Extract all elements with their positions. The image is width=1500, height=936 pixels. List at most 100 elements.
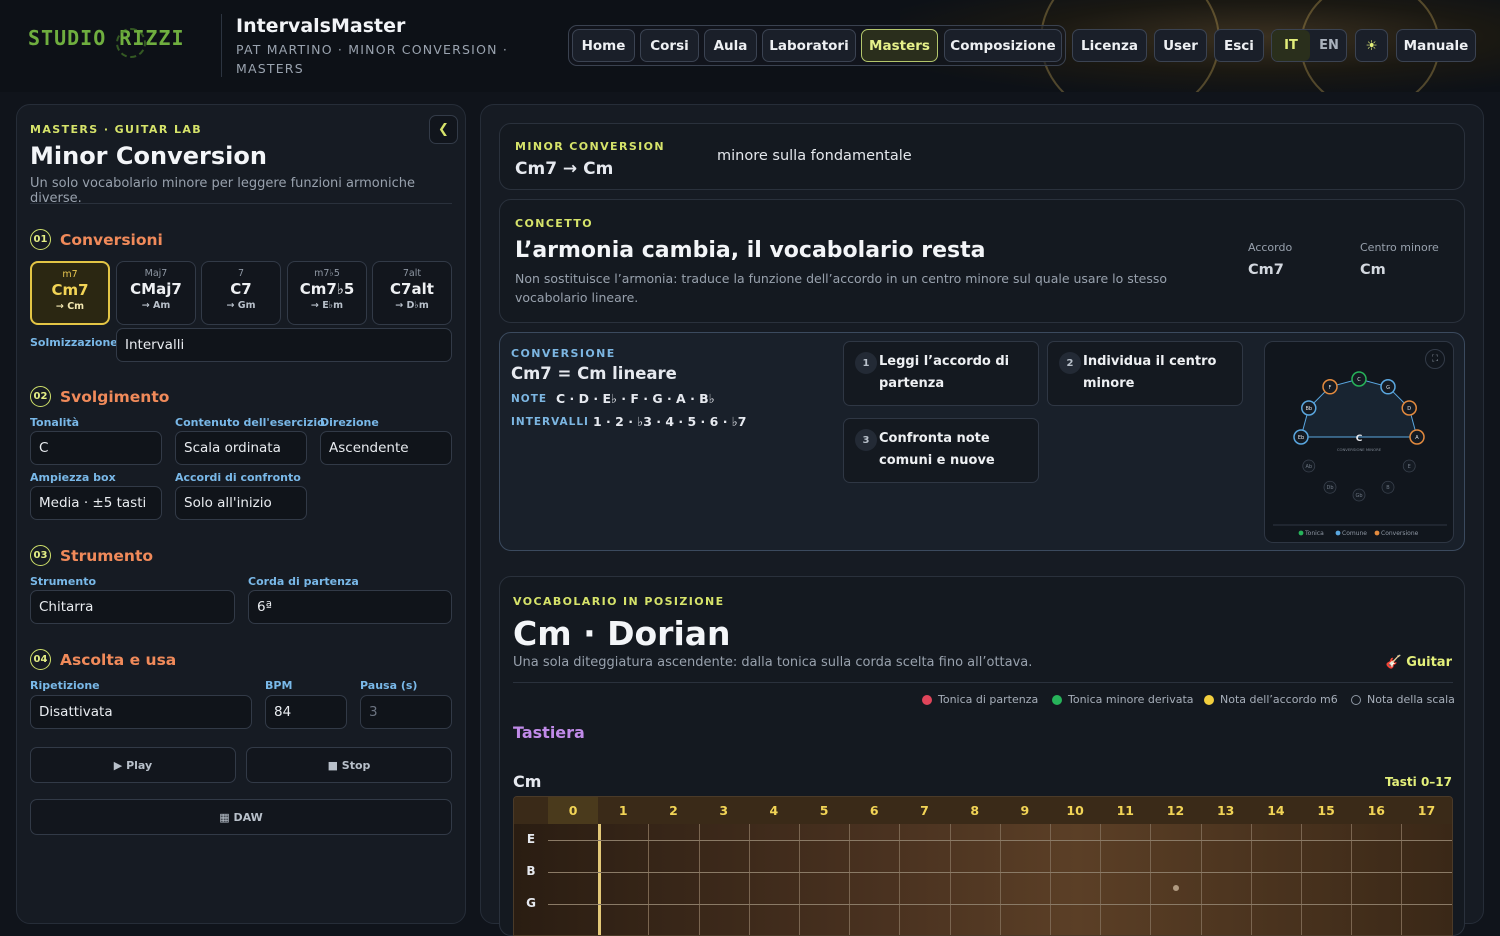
sidebar-title: Minor Conversion bbox=[30, 142, 267, 170]
conversion-kicker: CONVERSIONE bbox=[511, 347, 616, 360]
section-number: 04 bbox=[30, 649, 51, 670]
step-number: 2 bbox=[1059, 352, 1081, 374]
solmization-select[interactable]: Intervalli bbox=[116, 328, 452, 362]
frets-range: Tasti 0–17 bbox=[1385, 775, 1452, 789]
app-title: IntervalsMaster bbox=[236, 15, 406, 37]
legend-nota-scala: Nota della scala bbox=[1351, 693, 1455, 706]
logo[interactable]: STUDIO RIZZI bbox=[28, 26, 185, 58]
section-ascolta: 04 Ascolta e usa bbox=[30, 649, 176, 670]
section-title: Strumento bbox=[60, 546, 154, 565]
tonalita-label: Tonalità bbox=[30, 416, 80, 429]
legend-label: Nota dell’accordo m6 bbox=[1220, 693, 1338, 706]
ampiezza-label: Ampiezza box bbox=[30, 471, 116, 484]
conversion-chord: C7alt bbox=[390, 280, 434, 298]
play-button[interactable]: ▶ Play bbox=[30, 747, 236, 783]
conversion-chord: CMaj7 bbox=[130, 280, 182, 298]
legend-tonica: Tonica bbox=[1304, 530, 1324, 537]
guitar-string bbox=[548, 904, 1452, 905]
nav-user[interactable]: User bbox=[1154, 29, 1207, 62]
section-svolgimento: 02 Svolgimento bbox=[30, 386, 169, 407]
fret-number: 10 bbox=[1066, 803, 1084, 818]
conversion-card-m7[interactable]: m7 Cm7 → Cm bbox=[30, 261, 110, 325]
conversion-card-7[interactable]: 7 C7 → Gm bbox=[201, 261, 281, 325]
stop-button[interactable]: ■ Stop bbox=[246, 747, 452, 783]
ripetizione-label: Ripetizione bbox=[30, 679, 100, 692]
legend-dot-comune bbox=[1335, 530, 1341, 536]
nav-masters[interactable]: Masters bbox=[861, 29, 938, 62]
guitar-string bbox=[548, 872, 1452, 873]
legend-conversione: Conversione bbox=[1381, 530, 1419, 537]
nav-laboratori[interactable]: Laboratori bbox=[762, 29, 856, 62]
nav-aula[interactable]: Aula bbox=[704, 29, 757, 62]
strumento-label: Strumento bbox=[30, 575, 97, 588]
step-card: 2 Individua il centro minore bbox=[1047, 341, 1243, 406]
legend-accordo-m6: Nota dell’accordo m6 bbox=[1204, 693, 1338, 706]
contenuto-select[interactable]: Scala ordinata bbox=[175, 431, 307, 465]
fret-number: 13 bbox=[1216, 803, 1235, 818]
ripetizione-select[interactable]: Disattivata bbox=[30, 695, 252, 729]
gear-icon bbox=[116, 28, 146, 58]
lang-en[interactable]: EN bbox=[1310, 30, 1348, 61]
concept-kicker: CONCETTO bbox=[515, 217, 594, 230]
direzione-select[interactable]: Ascendente bbox=[320, 431, 452, 465]
circle-active-area bbox=[1300, 378, 1418, 438]
nav-home[interactable]: Home bbox=[572, 29, 635, 62]
string-label: G bbox=[526, 896, 536, 910]
accordi-select[interactable]: Solo all'inizio bbox=[175, 486, 307, 520]
circle-of-fifths-panel: ⛶ C CONVERSIONE MINORE Tonica Comune Con… bbox=[1264, 341, 1454, 543]
app-subtitle: PAT MARTINO · MINOR CONVERSION · MASTERS bbox=[236, 42, 508, 76]
contenuto-label: Contenuto dell'esercizio bbox=[175, 416, 325, 429]
pausa-input[interactable]: 3 bbox=[360, 695, 452, 729]
conversion-card-maj7[interactable]: Maj7 CMaj7 → Am bbox=[116, 261, 196, 325]
nav-licenza[interactable]: Licenza bbox=[1072, 29, 1147, 62]
legend-dot-tonica bbox=[1298, 530, 1304, 536]
circle-note-label: Ab bbox=[1305, 464, 1312, 470]
legend-dot bbox=[922, 694, 932, 705]
circle-note-label: G bbox=[1386, 385, 1390, 391]
conversion-card-m7b5[interactable]: m7♭5 Cm7♭5 → E♭m bbox=[287, 261, 367, 325]
conversion-target: → Gm bbox=[226, 300, 256, 311]
bpm-input[interactable]: 84 bbox=[265, 695, 347, 729]
step-text: Confronta note comuni e nuove bbox=[879, 431, 995, 468]
vocab-description: Una sola diteggiatura ascendente: dalla … bbox=[513, 655, 1033, 670]
accordo-label: Accordo bbox=[1248, 241, 1293, 254]
conversion-card-7alt[interactable]: 7alt C7alt → D♭m bbox=[372, 261, 452, 325]
nav-composizione[interactable]: Composizione bbox=[944, 29, 1062, 62]
section-number: 03 bbox=[30, 545, 51, 566]
conversion-type: 7 bbox=[237, 268, 245, 279]
guitar-toggle[interactable]: 🎸 Guitar bbox=[1386, 655, 1453, 670]
lang-it[interactable]: IT bbox=[1272, 30, 1310, 61]
accordo-value: Cm7 bbox=[1248, 262, 1284, 278]
conversion-type: m7 bbox=[62, 269, 78, 280]
legend-comune: Comune bbox=[1342, 530, 1367, 537]
collapse-chevron-left-icon[interactable]: ❮ bbox=[429, 115, 458, 144]
concept-title: L’armonia cambia, il vocabolario resta bbox=[515, 238, 986, 263]
fretboard[interactable]: 0 1 2 3 4 5 6 7 8 9 10 11 12 13 14 15 16 17 EBG bbox=[513, 796, 1453, 936]
tastiera-heading: Tastiera bbox=[513, 723, 585, 742]
fret-number: 15 bbox=[1317, 803, 1335, 818]
section-title: Svolgimento bbox=[60, 387, 170, 406]
tonalita-select[interactable]: C bbox=[30, 431, 162, 465]
corda-select[interactable]: 6ª bbox=[248, 590, 452, 624]
legend-label: Tonica minore derivata bbox=[1068, 693, 1194, 706]
strumento-select[interactable]: Chitarra bbox=[30, 590, 235, 624]
summary-kicker: MINOR CONVERSION bbox=[515, 140, 665, 153]
legend-tonica-minore: Tonica minore derivata bbox=[1052, 693, 1194, 706]
daw-button[interactable]: ▦ DAW bbox=[30, 799, 452, 835]
concept-card: CONCETTO L’armonia cambia, il vocabolari… bbox=[499, 199, 1465, 323]
intervalli-label: INTERVALLI bbox=[511, 416, 589, 428]
ampiezza-select[interactable]: Media · ±5 tasti bbox=[30, 486, 162, 520]
string-label: B bbox=[526, 864, 536, 878]
vocab-kicker: VOCABOLARIO IN POSIZIONE bbox=[513, 595, 725, 608]
header-divider bbox=[221, 14, 222, 77]
theme-toggle-sun-icon[interactable]: ☀ bbox=[1355, 29, 1388, 62]
legend-dot bbox=[1052, 694, 1062, 705]
nav-esci[interactable]: Esci bbox=[1214, 29, 1264, 62]
conversion-chord: Cm7♭5 bbox=[299, 280, 355, 298]
sidebar-kicker: MASTERS · GUITAR LAB bbox=[30, 123, 203, 136]
centro-value: Cm bbox=[1360, 262, 1386, 278]
circle-note-label: D bbox=[1407, 406, 1411, 412]
nav-corsi[interactable]: Corsi bbox=[640, 29, 699, 62]
direzione-label: Direzione bbox=[320, 416, 379, 429]
nav-manuale[interactable]: Manuale bbox=[1396, 29, 1476, 62]
